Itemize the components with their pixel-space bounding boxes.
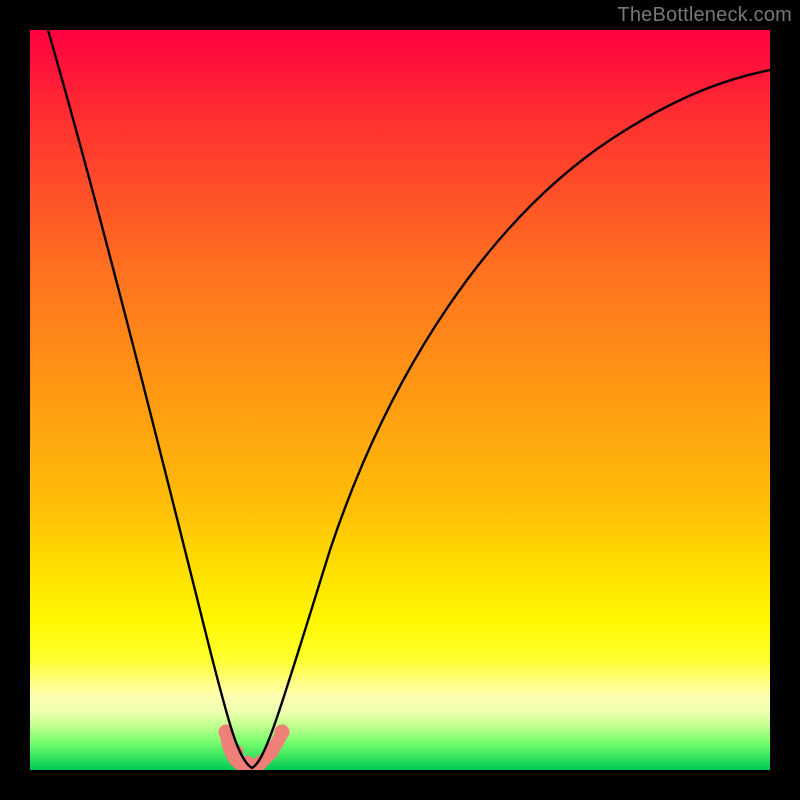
chart-frame: TheBottleneck.com (0, 0, 800, 800)
plot-background (30, 30, 770, 770)
watermark-text: TheBottleneck.com (617, 4, 792, 27)
